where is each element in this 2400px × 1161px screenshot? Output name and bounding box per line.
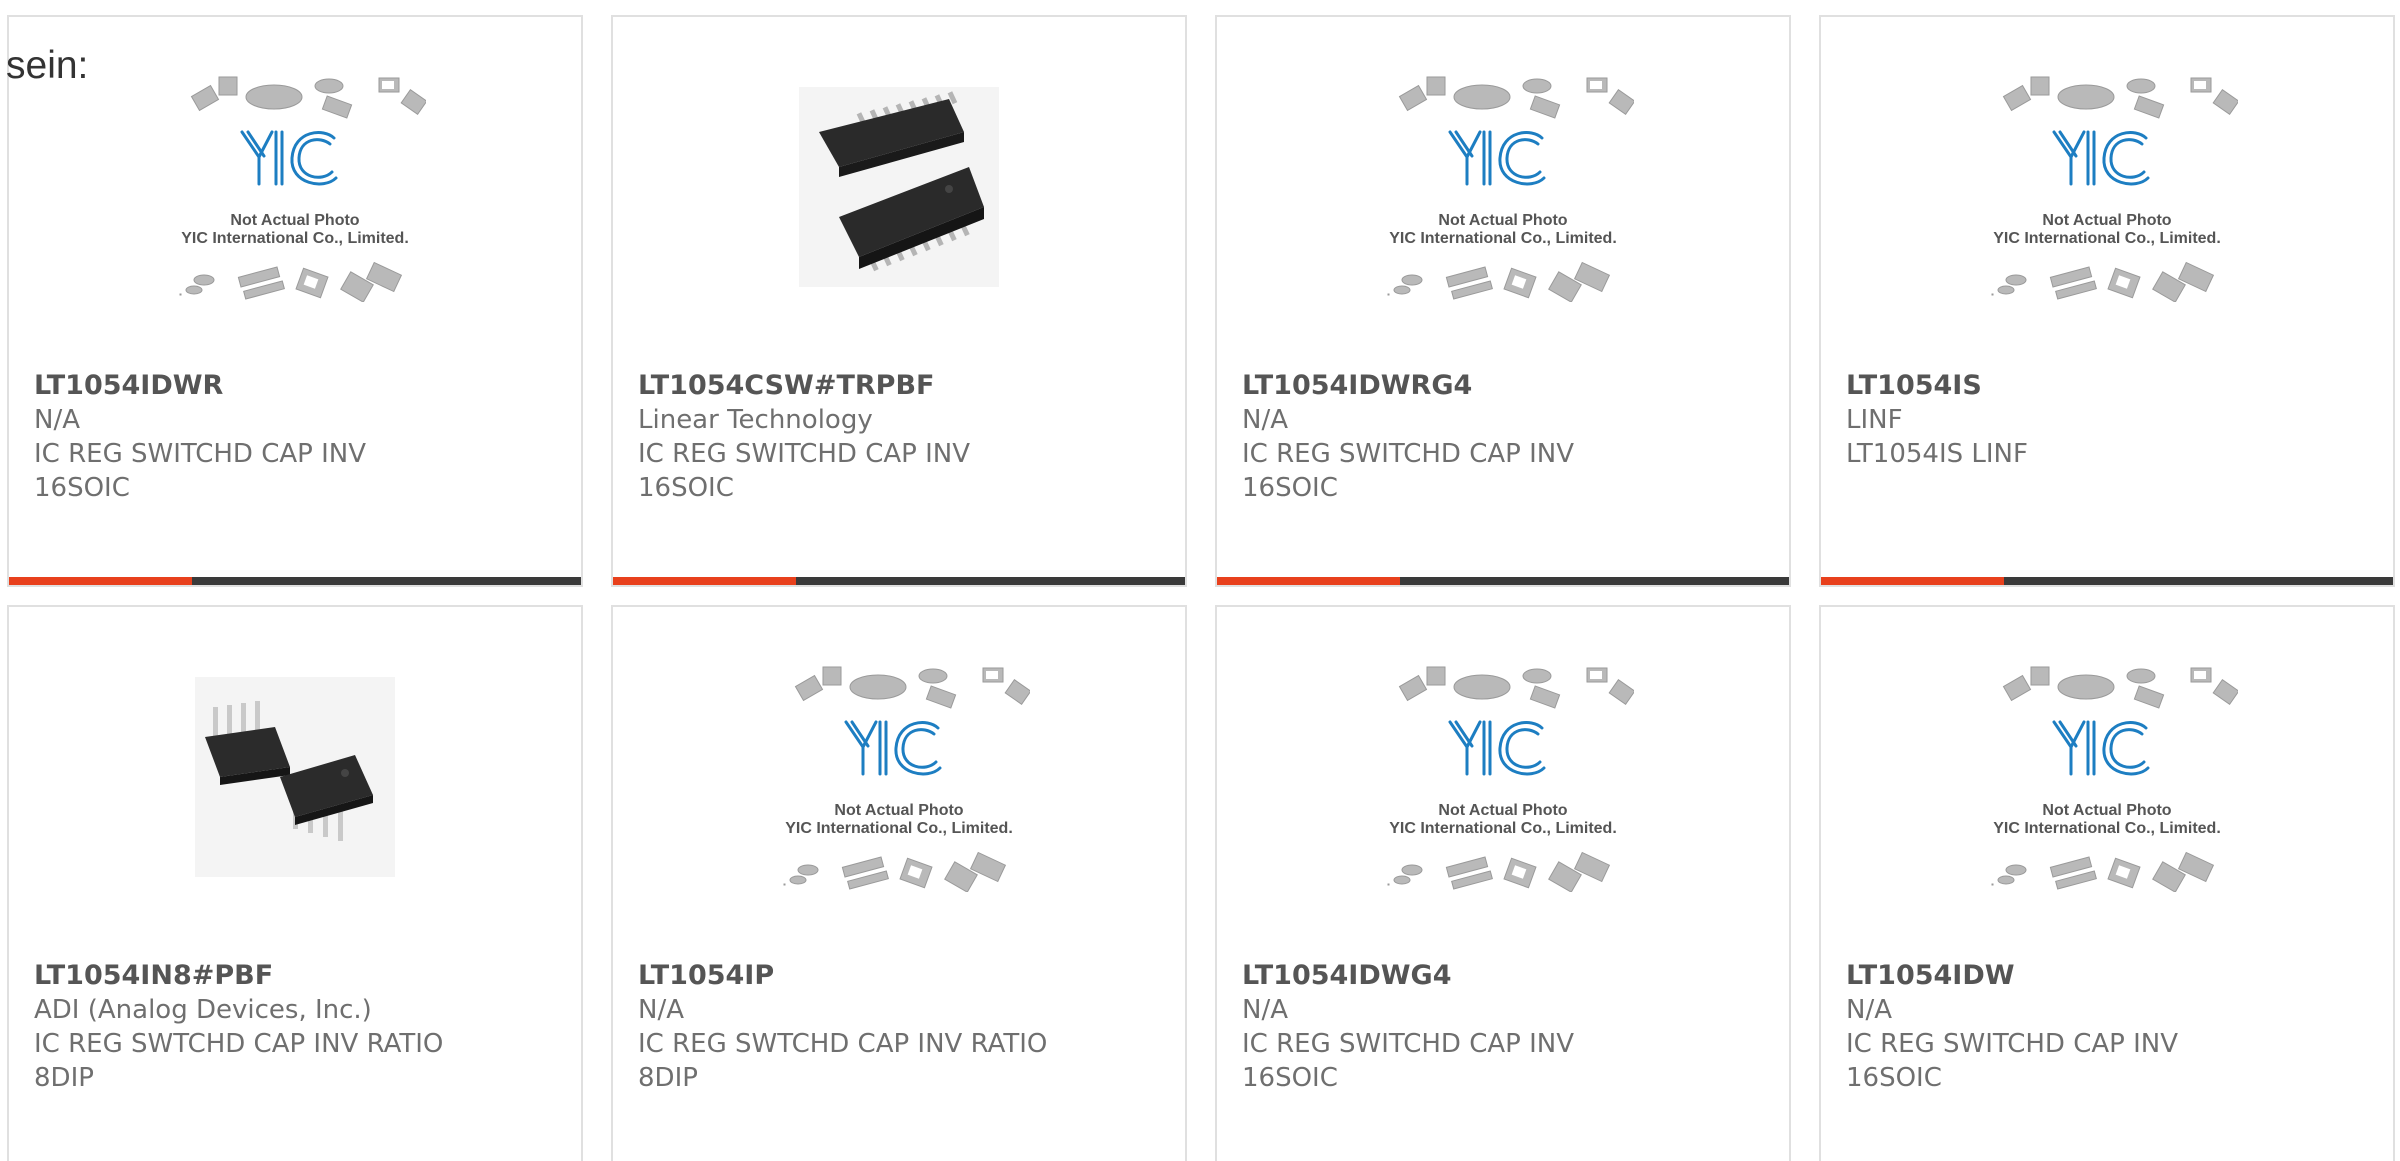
product-card[interactable]: Not Actual Photo YIC International Co., … xyxy=(1215,605,1791,1161)
manufacturer-label: Linear Technology xyxy=(638,405,873,435)
product-info: LT1054IDWRG4 N/A IC REG SWITCHD CAP INV … xyxy=(1242,369,1769,505)
description-label: IC REG SWITCHD CAP INV xyxy=(638,439,971,469)
description-label: IC REG SWTCHD CAP INV RATIO xyxy=(638,1029,1048,1059)
product-card[interactable]: Not Actual Photo YIC International Co., … xyxy=(1215,15,1791,587)
package-label: 8DIP xyxy=(34,1063,94,1093)
placeholder-caption-line2: YIC International Co., Limited. xyxy=(181,230,409,247)
placeholder-caption-line2: YIC International Co., Limited. xyxy=(1389,230,1617,247)
part-number-link[interactable]: LT1054CSW#TRPBF xyxy=(638,369,1165,403)
intro-text: sein: xyxy=(6,44,89,87)
card-accent-bar xyxy=(9,577,192,585)
product-info: LT1054IN8#PBF ADI (Analog Devices, Inc.)… xyxy=(34,959,561,1095)
product-info: LT1054CSW#TRPBF Linear Technology IC REG… xyxy=(638,369,1165,505)
product-info: LT1054IDWG4 N/A IC REG SWITCHD CAP INV 1… xyxy=(1242,959,1769,1095)
placeholder-logo-icon xyxy=(1991,666,2238,892)
placeholder-caption-line1: Not Actual Photo xyxy=(1438,802,1568,819)
card-accent-bar xyxy=(1821,577,2004,585)
description-label: IC REG SWITCHD CAP INV xyxy=(1242,439,1575,469)
placeholder-logo-icon xyxy=(1387,666,1634,892)
part-number-link[interactable]: LT1054IDWRG4 xyxy=(1242,369,1769,403)
placeholder-caption-line2: YIC International Co., Limited. xyxy=(785,820,1013,837)
description-label: IC REG SWITCHD CAP INV xyxy=(1242,1029,1575,1059)
manufacturer-label: N/A xyxy=(638,995,684,1025)
manufacturer-label: N/A xyxy=(1846,995,1892,1025)
package-label: 16SOIC xyxy=(638,473,734,503)
product-image[interactable] xyxy=(613,77,1185,297)
placeholder-caption-line2: YIC International Co., Limited. xyxy=(1993,820,2221,837)
description-label: IC REG SWITCHD CAP INV xyxy=(1846,1029,2179,1059)
part-number-link[interactable]: LT1054IDWG4 xyxy=(1242,959,1769,993)
placeholder-caption-line1: Not Actual Photo xyxy=(2042,212,2172,229)
product-card[interactable]: LT1054CSW#TRPBF Linear Technology IC REG… xyxy=(611,15,1187,587)
product-card[interactable]: Not Actual Photo YIC International Co., … xyxy=(7,15,583,587)
card-accent-bar xyxy=(613,577,796,585)
product-info: LT1054IDWR N/A IC REG SWITCHD CAP INV 16… xyxy=(34,369,561,505)
package-label: 16SOIC xyxy=(1846,1063,1942,1093)
placeholder-logo-icon xyxy=(179,76,426,302)
placeholder-caption-line1: Not Actual Photo xyxy=(2042,802,2172,819)
part-number-link[interactable]: LT1054IS xyxy=(1846,369,2373,403)
product-info: LT1054IDW N/A IC REG SWITCHD CAP INV 16S… xyxy=(1846,959,2373,1095)
product-image[interactable]: Not Actual Photo YIC International Co., … xyxy=(1821,76,2393,302)
product-image[interactable]: Not Actual Photo YIC International Co., … xyxy=(1217,76,1789,302)
description-label: LT1054IS LINF xyxy=(1846,439,2028,469)
soic-chip-icon xyxy=(799,87,999,287)
product-info: LT1054IP N/A IC REG SWTCHD CAP INV RATIO… xyxy=(638,959,1165,1095)
package-label: 8DIP xyxy=(638,1063,698,1093)
manufacturer-label: ADI (Analog Devices, Inc.) xyxy=(34,995,372,1025)
manufacturer-label: LINF xyxy=(1846,405,1903,435)
product-image[interactable] xyxy=(9,667,581,887)
placeholder-caption-line2: YIC International Co., Limited. xyxy=(1389,820,1617,837)
dip-chip-icon xyxy=(195,677,395,877)
placeholder-logo-icon xyxy=(1387,76,1634,302)
description-label: IC REG SWTCHD CAP INV RATIO xyxy=(34,1029,444,1059)
placeholder-caption-line1: Not Actual Photo xyxy=(230,212,360,229)
part-number-link[interactable]: LT1054IDWR xyxy=(34,369,561,403)
product-image[interactable]: Not Actual Photo YIC International Co., … xyxy=(1217,666,1789,892)
product-image[interactable]: Not Actual Photo YIC International Co., … xyxy=(613,666,1185,892)
placeholder-caption-line1: Not Actual Photo xyxy=(834,802,964,819)
product-card[interactable]: Not Actual Photo YIC International Co., … xyxy=(1819,605,2395,1161)
part-number-link[interactable]: LT1054IDW xyxy=(1846,959,2373,993)
card-bottom-bar xyxy=(1821,577,2393,585)
package-label: 16SOIC xyxy=(1242,1063,1338,1093)
package-label: 16SOIC xyxy=(34,473,130,503)
card-accent-bar xyxy=(1217,577,1400,585)
manufacturer-label: N/A xyxy=(1242,405,1288,435)
placeholder-caption-line2: YIC International Co., Limited. xyxy=(1993,230,2221,247)
package-label: 16SOIC xyxy=(1242,473,1338,503)
product-image[interactable]: Not Actual Photo YIC International Co., … xyxy=(1821,666,2393,892)
part-number-link[interactable]: LT1054IP xyxy=(638,959,1165,993)
card-bottom-bar xyxy=(9,577,581,585)
placeholder-caption-line1: Not Actual Photo xyxy=(1438,212,1568,229)
placeholder-logo-icon xyxy=(783,666,1030,892)
product-card[interactable]: LT1054IN8#PBF ADI (Analog Devices, Inc.)… xyxy=(7,605,583,1161)
product-image[interactable]: Not Actual Photo YIC International Co., … xyxy=(9,76,581,302)
part-number-link[interactable]: LT1054IN8#PBF xyxy=(34,959,561,993)
manufacturer-label: N/A xyxy=(34,405,80,435)
manufacturer-label: N/A xyxy=(1242,995,1288,1025)
product-card[interactable]: Not Actual Photo YIC International Co., … xyxy=(1819,15,2395,587)
placeholder-logo-icon xyxy=(1991,76,2238,302)
product-info: LT1054IS LINF LT1054IS LINF xyxy=(1846,369,2373,471)
product-card[interactable]: Not Actual Photo YIC International Co., … xyxy=(611,605,1187,1161)
card-bottom-bar xyxy=(1217,577,1789,585)
description-label: IC REG SWITCHD CAP INV xyxy=(34,439,367,469)
card-bottom-bar xyxy=(613,577,1185,585)
product-grid-page: sein: Not Actual Photo YIC International… xyxy=(0,0,2400,1161)
